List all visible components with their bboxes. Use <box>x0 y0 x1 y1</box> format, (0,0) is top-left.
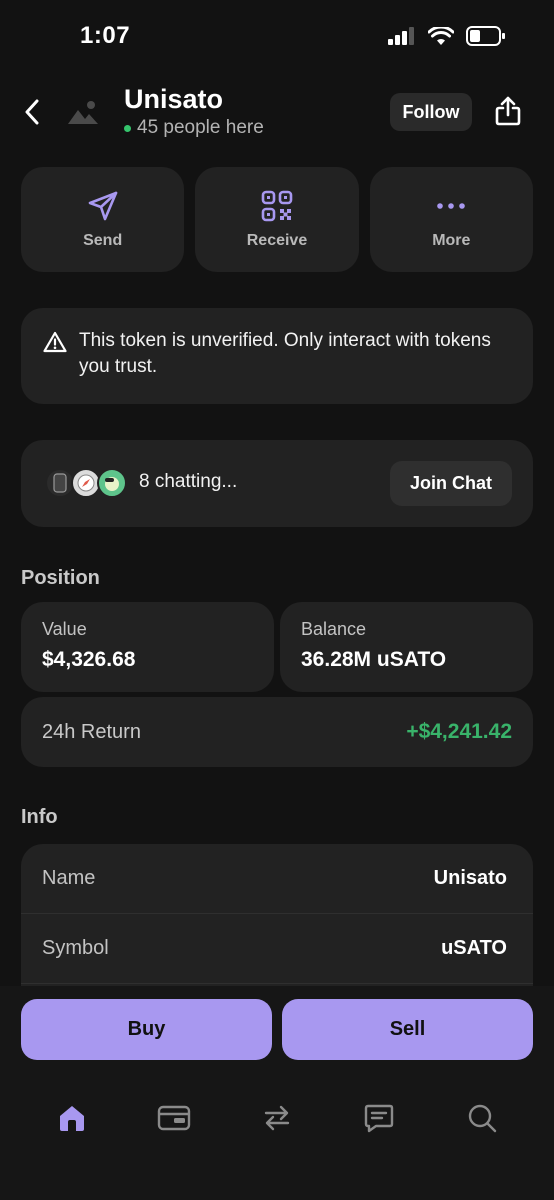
warning-triangle-icon <box>43 331 67 353</box>
balance-card: Balance 36.28M uSATO <box>280 602 533 692</box>
info-title: Info <box>21 806 58 828</box>
token-title: Unisato <box>124 84 224 114</box>
frog-avatar-icon <box>105 477 119 491</box>
tab-home[interactable] <box>54 1100 90 1136</box>
return-card: 24h Return +$4,241.42 <box>21 697 533 767</box>
people-here-label: 45 people here <box>137 117 264 138</box>
more-dots-icon <box>437 202 466 209</box>
chat-card[interactable]: 8 chatting... Join Chat <box>21 440 533 527</box>
info-value: uSATO <box>441 937 507 959</box>
back-button[interactable] <box>18 96 46 128</box>
send-icon <box>88 191 117 220</box>
return-label: 24h Return <box>42 720 141 743</box>
warning-text: This token is unverified. Only interact … <box>79 330 491 377</box>
info-key: Name <box>42 867 96 889</box>
wallet-icon <box>157 1105 191 1131</box>
share-button[interactable] <box>492 94 524 128</box>
wifi-icon <box>428 26 454 45</box>
chevron-left-icon <box>25 99 39 125</box>
messages-icon <box>364 1104 394 1133</box>
status-time: 1:07 <box>80 22 131 49</box>
compass-icon <box>77 474 95 492</box>
tab-search[interactable] <box>464 1100 500 1136</box>
home-icon <box>60 1106 84 1131</box>
tab-bar <box>0 1094 554 1144</box>
send-label: Send <box>83 231 123 249</box>
info-row-symbol: Symbol uSATO <box>21 914 533 984</box>
search-icon <box>468 1104 497 1133</box>
status-icons <box>388 26 506 46</box>
qr-code-icon <box>261 190 293 221</box>
chat-avatars <box>45 468 127 498</box>
sell-button[interactable]: Sell <box>282 999 533 1060</box>
swap-icon <box>264 1105 290 1131</box>
balance-amount: 36.28M uSATO <box>301 648 447 671</box>
header: Unisato 45 people here Follow <box>0 80 554 150</box>
status-bar: 1:07 <box>0 0 554 76</box>
action-row: Send Receive More <box>21 167 533 272</box>
info-value: Unisato <box>433 867 507 889</box>
online-dot-icon <box>124 124 131 132</box>
token-image-placeholder-icon <box>66 98 100 126</box>
info-row-name: Name Unisato <box>21 844 533 914</box>
share-icon <box>495 96 521 126</box>
avatar <box>97 468 127 498</box>
tab-swap[interactable] <box>259 1100 295 1136</box>
send-button[interactable]: Send <box>21 167 185 272</box>
more-label: More <box>432 231 471 249</box>
more-button[interactable]: More <box>369 167 533 272</box>
trade-bar: Buy Sell <box>0 986 554 1200</box>
value-amount: $4,326.68 <box>42 648 136 671</box>
receive-button[interactable]: Receive <box>195 167 359 272</box>
people-here: 45 people here <box>124 117 264 139</box>
value-card: Value $4,326.68 <box>21 602 274 692</box>
position-title: Position <box>21 567 100 589</box>
balance-label: Balance <box>301 619 367 639</box>
tab-wallet[interactable] <box>156 1100 192 1136</box>
chatting-count: 8 chatting... <box>139 471 238 492</box>
receive-label: Receive <box>246 231 308 249</box>
follow-button[interactable]: Follow <box>390 93 472 131</box>
unverified-warning: This token is unverified. Only interact … <box>21 308 533 404</box>
cellular-signal-icon <box>388 27 414 45</box>
phone-icon <box>53 473 67 493</box>
join-chat-button[interactable]: Join Chat <box>390 461 512 506</box>
return-value: +$4,241.42 <box>406 720 512 743</box>
value-label: Value <box>42 619 87 639</box>
buy-button[interactable]: Buy <box>21 999 272 1060</box>
info-key: Symbol <box>42 937 109 959</box>
tab-messages[interactable] <box>361 1100 397 1136</box>
battery-icon <box>466 26 505 46</box>
